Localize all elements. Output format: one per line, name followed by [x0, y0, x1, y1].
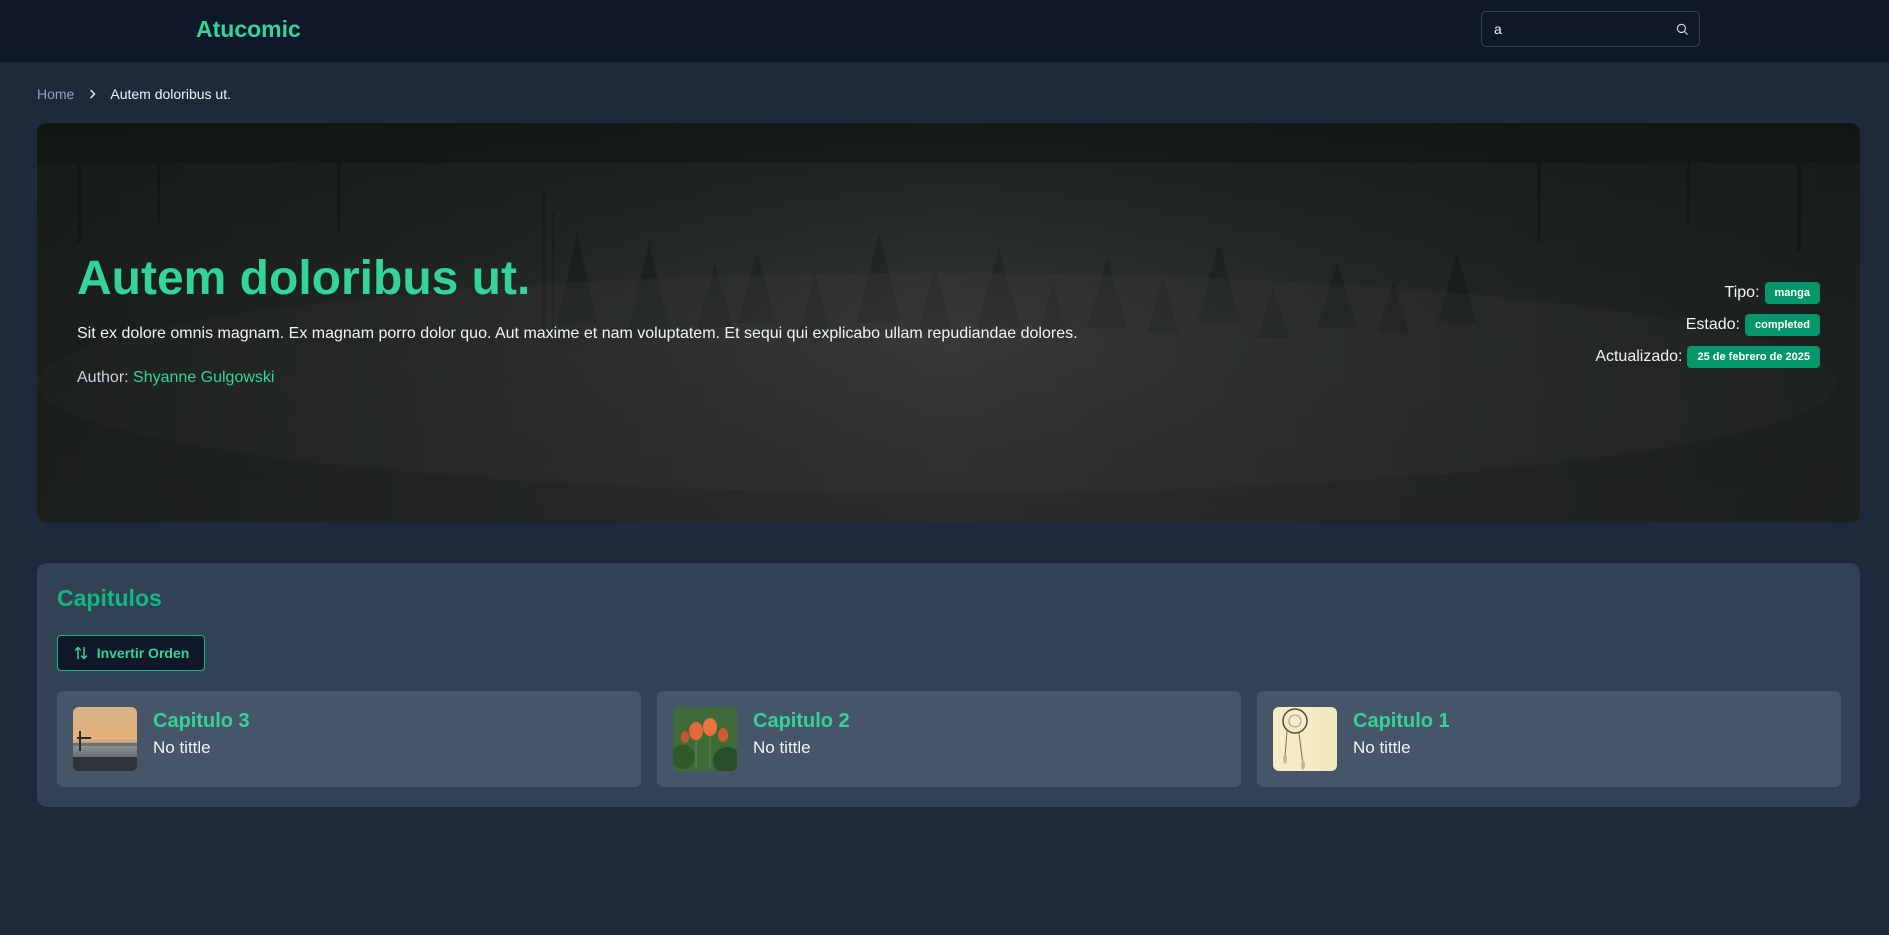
meta-actualizado: Actualizado: 25 de febrero de 2025 [1595, 345, 1820, 368]
actualizado-badge: 25 de febrero de 2025 [1687, 345, 1820, 368]
chapter-title: Capitulo 3 [153, 710, 250, 732]
author-label: Author: [77, 369, 129, 386]
hero-background-image [37, 123, 1860, 523]
brand-logo[interactable]: Atucomic [196, 16, 301, 43]
invert-order-button[interactable]: Invertir Orden [57, 635, 205, 671]
search-icon[interactable] [1675, 22, 1689, 36]
tipo-label: Tipo: [1724, 283, 1760, 301]
chevron-right-icon [90, 89, 96, 99]
dreamcatcher-image [1273, 707, 1337, 771]
chapter-card[interactable]: Capitulo 1 No tittle [1257, 691, 1841, 787]
chapters-panel: Capitulos Invertir Orden Capitulo 3 No t… [37, 563, 1860, 807]
chapter-thumbnail [1273, 707, 1337, 771]
comic-meta: Tipo: manga Estado: completed Actualizad… [1595, 281, 1820, 368]
breadcrumb-home-link[interactable]: Home [37, 86, 74, 102]
actualizado-label: Actualizado: [1595, 347, 1683, 365]
navbar: Atucomic [0, 0, 1889, 63]
search-input[interactable] [1482, 12, 1672, 46]
chapter-title: Capitulo 1 [1353, 710, 1450, 732]
chapter-thumbnail [673, 707, 737, 771]
search-box [1481, 11, 1700, 47]
sort-arrows-icon [74, 646, 87, 660]
comic-hero: Autem doloribus ut. Sit ex dolore omnis … [37, 123, 1860, 523]
meta-tipo: Tipo: manga [1725, 281, 1820, 304]
invert-order-label: Invertir Orden [96, 645, 190, 661]
chapters-heading: Capitulos [57, 585, 162, 611]
breadcrumb: Home Autem doloribus ut. [37, 84, 231, 104]
chapter-subtitle: No tittle [1353, 738, 1411, 757]
chapter-title: Capitulo 2 [753, 710, 850, 732]
chapter-subtitle: No tittle [153, 738, 211, 757]
chapter-card[interactable]: Capitulo 3 No tittle [57, 691, 641, 787]
estado-badge: completed [1744, 313, 1820, 336]
tulips-image [673, 707, 737, 771]
estado-label: Estado: [1685, 315, 1740, 333]
meta-estado: Estado: completed [1686, 313, 1820, 336]
tipo-badge: manga [1764, 281, 1820, 304]
author-link[interactable]: Shyanne Gulgowski [133, 369, 274, 386]
breadcrumb-current: Autem doloribus ut. [110, 86, 231, 102]
chapter-subtitle: No tittle [753, 738, 811, 757]
chapter-card[interactable]: Capitulo 2 No tittle [657, 691, 1241, 787]
comic-title: Autem doloribus ut. [77, 252, 531, 305]
comic-description: Sit ex dolore omnis magnam. Ex magnam po… [77, 325, 1078, 342]
sunset-pier-image [73, 707, 137, 771]
chapter-thumbnail [73, 707, 137, 771]
comic-author: Author: Shyanne Gulgowski [77, 369, 274, 387]
